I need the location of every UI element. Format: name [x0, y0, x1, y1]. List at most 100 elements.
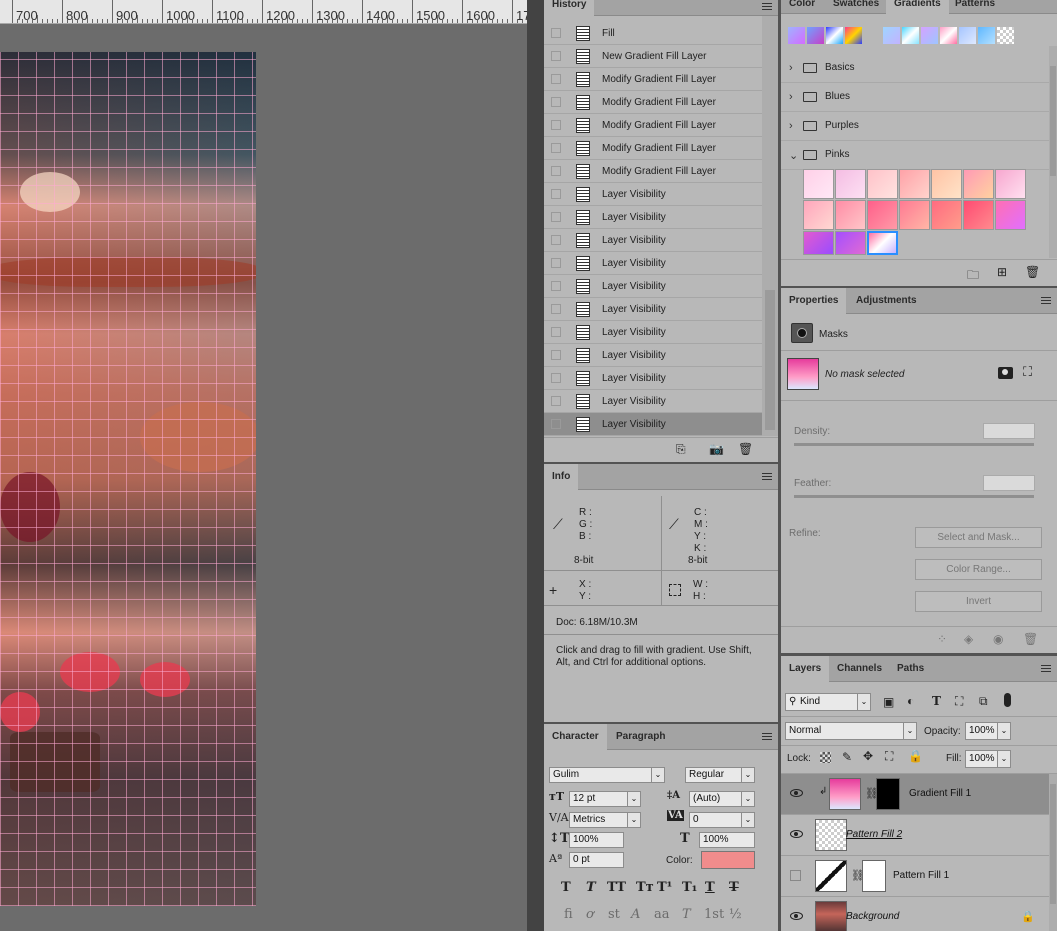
panel-menu-icon[interactable] [1041, 665, 1051, 673]
history-state[interactable]: Layer Visibility [544, 321, 762, 344]
load-selection-icon[interactable]: ⁘ [937, 632, 947, 646]
shape-layer-filter-icon[interactable]: ⛶ [955, 694, 963, 709]
vertical-scale-input[interactable]: 100% [569, 832, 624, 848]
history-state[interactable]: Layer Visibility [544, 183, 762, 206]
eye-icon[interactable] [790, 789, 803, 797]
new-gradient-icon[interactable]: ⊞ [997, 265, 1007, 279]
gradient-swatch[interactable] [899, 169, 930, 199]
history-snapshot-checkbox[interactable] [551, 419, 561, 429]
gradient-swatch[interactable] [835, 169, 866, 199]
recent-gradient-swatch[interactable] [959, 27, 976, 44]
history-snapshot-checkbox[interactable] [551, 143, 561, 153]
history-snapshot-checkbox[interactable] [551, 281, 561, 291]
history-state[interactable]: Fill [544, 22, 762, 45]
font-size-select[interactable]: 12 pt ⌄ [569, 791, 641, 807]
contextual-alternates-icon[interactable]: ơ [586, 907, 594, 922]
lock-position-icon[interactable]: ✥ [863, 749, 873, 763]
history-snapshot-checkbox[interactable] [551, 166, 561, 176]
select-and-mask-button[interactable]: Select and Mask... [915, 527, 1042, 548]
panel-menu-icon[interactable] [1041, 297, 1051, 305]
layer-row[interactable]: Background 🔒 [781, 897, 1049, 931]
fill-input[interactable]: 100% ⌄ [965, 750, 1011, 768]
history-snapshot-checkbox[interactable] [551, 120, 561, 130]
trash-icon[interactable]: 🗑 [1023, 632, 1038, 646]
eye-icon[interactable] [790, 912, 803, 920]
new-folder-icon[interactable]: 🗀 [967, 266, 979, 287]
gradient-swatch[interactable] [963, 200, 994, 230]
strikethrough-icon[interactable]: T [729, 880, 739, 895]
gradients-scrollbar[interactable] [1049, 46, 1057, 258]
tab-swatches[interactable]: Swatches [825, 0, 887, 14]
lock-all-icon[interactable]: 🔒 [908, 749, 923, 763]
faux-italic-icon[interactable]: T [586, 880, 596, 895]
filter-toggle[interactable] [1004, 693, 1011, 707]
horizontal-scale-input[interactable]: 100% [699, 832, 755, 848]
swash-icon[interactable]: A [631, 907, 640, 922]
apply-mask-icon[interactable]: ◈ [964, 632, 973, 646]
layer-row[interactable]: ⛓ Pattern Fill 1 [781, 856, 1049, 897]
gradient-swatch[interactable] [867, 200, 898, 230]
recent-gradient-swatch[interactable] [883, 27, 900, 44]
trash-icon[interactable]: 🗑 [1025, 265, 1040, 279]
history-state[interactable]: Layer Visibility [544, 229, 762, 252]
camera-icon[interactable]: 📷 [709, 442, 724, 456]
gradient-swatch[interactable] [995, 200, 1026, 230]
history-snapshot-checkbox[interactable] [551, 212, 561, 222]
history-snapshot-checkbox[interactable] [551, 304, 561, 314]
recent-gradient-swatch[interactable] [997, 27, 1014, 44]
history-state[interactable]: Layer Visibility [544, 413, 762, 436]
history-state[interactable]: Layer Visibility [544, 344, 762, 367]
history-state[interactable]: Modify Gradient Fill Layer [544, 68, 762, 91]
tab-gradients[interactable]: Gradients [886, 0, 949, 14]
history-state[interactable]: New Gradient Fill Layer [544, 45, 762, 68]
font-style-select[interactable]: Regular ⌄ [685, 767, 755, 783]
small-caps-icon[interactable]: Tт [636, 880, 654, 895]
faux-bold-icon[interactable]: T [561, 880, 571, 895]
history-state[interactable]: Layer Visibility [544, 367, 762, 390]
baseline-shift-input[interactable]: 0 pt [569, 852, 624, 868]
invert-button[interactable]: Invert [915, 591, 1042, 612]
font-family-select[interactable]: Gulim ⌄ [549, 767, 665, 783]
subscript-icon[interactable]: T₁ [682, 880, 697, 895]
document-canvas-area[interactable]: 7008009001000110012001300140015001600170… [0, 0, 527, 931]
standard-ligatures-icon[interactable]: fi [564, 907, 573, 922]
recent-gradient-swatch[interactable] [826, 27, 843, 44]
fractions-icon[interactable]: ½ [729, 907, 742, 922]
opacity-input[interactable]: 100% ⌄ [965, 722, 1011, 740]
titling-alternates-icon[interactable]: T [682, 907, 691, 922]
gradient-swatch[interactable] [803, 169, 834, 199]
text-color-swatch[interactable] [701, 851, 755, 869]
scroll-thumb[interactable] [1050, 66, 1056, 176]
recent-gradient-swatch[interactable] [921, 27, 938, 44]
gradient-swatch[interactable] [931, 200, 962, 230]
history-snapshot-checkbox[interactable] [551, 258, 561, 268]
history-state[interactable]: Modify Gradient Fill Layer [544, 91, 762, 114]
feather-slider[interactable] [794, 495, 1034, 498]
tracking-select[interactable]: 0 ⌄ [689, 812, 755, 828]
tab-paths[interactable]: Paths [889, 656, 932, 682]
history-state[interactable]: Modify Gradient Fill Layer [544, 137, 762, 160]
density-input[interactable] [983, 423, 1035, 439]
visibility-toggle[interactable] [790, 870, 801, 881]
panel-menu-icon[interactable] [762, 473, 772, 481]
trash-icon[interactable]: 🗑 [738, 442, 753, 456]
tab-channels[interactable]: Channels [829, 656, 890, 682]
gradient-folder[interactable]: › Blues [781, 83, 1049, 112]
layer-row[interactable]: ⛓ ↲ Gradient Fill 1 [781, 774, 1049, 815]
history-state[interactable]: Layer Visibility [544, 252, 762, 275]
discretionary-ligatures-icon[interactable]: st [608, 907, 620, 922]
visibility-icon[interactable]: ◉ [993, 632, 1003, 646]
gradient-swatch[interactable] [963, 169, 994, 199]
smart-object-filter-icon[interactable]: ⧉ [979, 694, 988, 709]
add-pixel-mask-icon[interactable] [998, 367, 1013, 379]
history-state[interactable]: Layer Visibility [544, 298, 762, 321]
color-range-button[interactable]: Color Range... [915, 559, 1042, 580]
new-document-from-state-icon[interactable]: ⎘ [676, 442, 686, 457]
recent-gradient-swatch[interactable] [940, 27, 957, 44]
history-snapshot-checkbox[interactable] [551, 396, 561, 406]
tab-patterns[interactable]: Patterns [947, 0, 1003, 14]
history-state[interactable]: Layer Visibility [544, 275, 762, 298]
history-snapshot-checkbox[interactable] [551, 74, 561, 84]
pixel-layer-filter-icon[interactable]: ▣ [883, 695, 894, 709]
gradient-swatch[interactable] [803, 200, 834, 230]
